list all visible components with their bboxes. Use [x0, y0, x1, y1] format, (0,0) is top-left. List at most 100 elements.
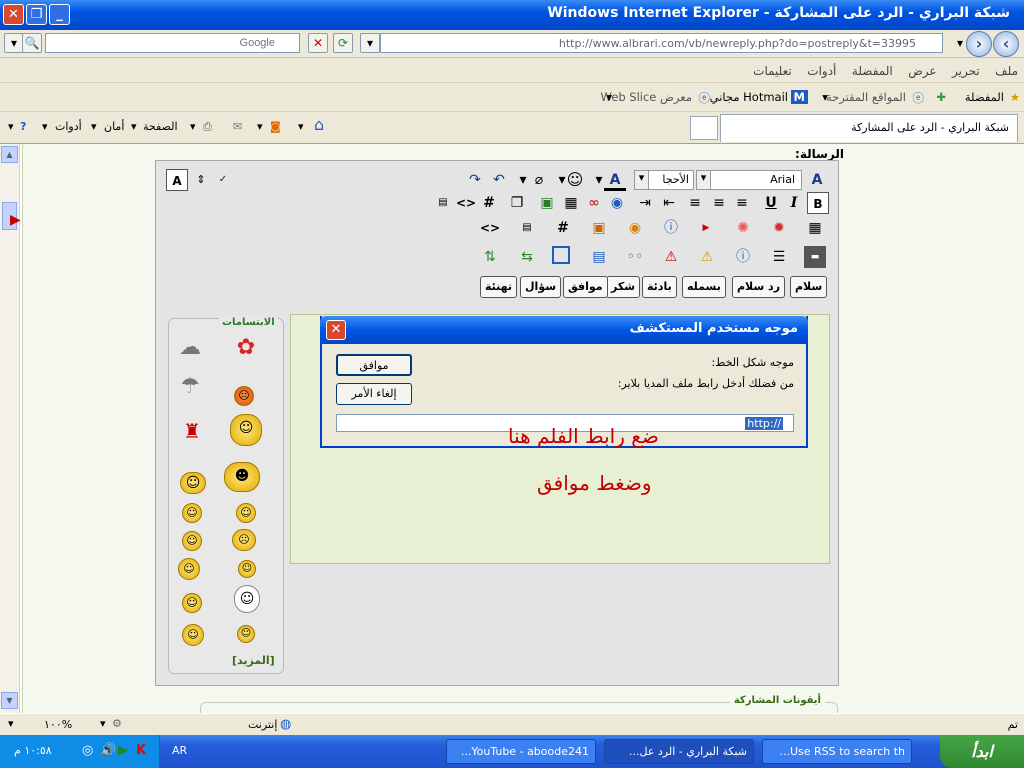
star-icon[interactable]: ★ — [1010, 90, 1020, 104]
nod-smiley-icon[interactable]: ☺ — [237, 625, 255, 643]
warning-yellow-icon[interactable]: ⚠ — [696, 246, 718, 268]
start-button[interactable]: ابدأ — [940, 735, 1024, 768]
chevron-down-icon[interactable]: ▾ — [8, 120, 14, 133]
thinking-smiley-icon[interactable]: ☺ — [180, 472, 206, 494]
align-right-icon[interactable]: ≡ — [684, 192, 706, 214]
html-code-icon[interactable]: <> — [479, 217, 501, 239]
tag-button-reply-salam[interactable]: رد سلام — [732, 276, 786, 298]
outdent-icon[interactable]: ⇤ — [658, 192, 680, 214]
taskbar-item-albrari[interactable]: شبكة البراري - الرد عل... — [604, 739, 754, 764]
mail-icon[interactable]: ✉ — [233, 120, 242, 133]
align-center-icon[interactable]: ≡ — [708, 192, 730, 214]
language-indicator[interactable]: AR — [172, 744, 187, 757]
new-tab-button[interactable] — [690, 116, 718, 140]
film-icon[interactable]: ▤ — [588, 246, 610, 268]
sheikh-smiley-icon[interactable]: ☺ — [234, 585, 260, 613]
stop-icon[interactable]: ✕ — [308, 33, 328, 53]
thumbs-smiley-icon[interactable]: ☺ — [182, 624, 204, 646]
rain-cloud-smiley-icon[interactable]: ☂ — [176, 374, 204, 402]
text-size-icon[interactable]: A — [166, 169, 188, 191]
taskbar-item-rss[interactable]: Use RSS to search th... — [762, 739, 912, 764]
tag-button-intro[interactable]: بادئة — [642, 276, 677, 298]
refresh-icon[interactable]: ⟳ — [333, 33, 353, 53]
remove-format-icon[interactable]: A — [806, 169, 828, 191]
tag-button-question[interactable]: سؤال — [520, 276, 562, 298]
undo-icon[interactable]: ↶ — [488, 169, 510, 191]
info-icon[interactable]: ⓘ — [732, 246, 754, 268]
attachment-icon[interactable]: ⌀ — [528, 169, 550, 191]
maximize-button[interactable]: ❐ — [26, 4, 47, 25]
sparkle-icon[interactable]: ✹ — [768, 217, 790, 239]
page-menu[interactable]: الصفحة — [143, 120, 178, 133]
font-color-icon[interactable]: A — [604, 169, 626, 191]
confused-smiley-icon[interactable]: ☺ — [182, 531, 202, 551]
tools-menu[interactable]: أدوات — [55, 120, 82, 133]
resize-arrows-icon[interactable]: ⇕ — [190, 169, 212, 191]
fireworks-icon[interactable]: ✺ — [732, 217, 754, 239]
protected-mode-icon[interactable]: ⚙ — [112, 717, 122, 730]
bold-icon[interactable]: B — [807, 192, 829, 214]
minimize-button[interactable]: _ — [49, 4, 70, 25]
custom-tag-icon[interactable]: ▬ — [804, 246, 826, 268]
forward-button[interactable]: › — [966, 31, 992, 57]
blush-smiley-icon[interactable]: ☺ — [182, 593, 202, 613]
search-options-dropdown[interactable]: ▾ — [4, 33, 24, 53]
app-tray-icon[interactable]: K — [136, 743, 146, 758]
add-favorite-icon[interactable]: ✚ — [936, 90, 946, 104]
menu-help[interactable]: تعليمات — [747, 59, 798, 78]
play-tray-icon[interactable]: ▶ — [118, 743, 128, 758]
list-icon[interactable]: ☰ — [768, 246, 790, 268]
speaker-icon[interactable]: 🔊 — [100, 743, 116, 758]
menu-favorites[interactable]: المفضلة — [846, 59, 899, 78]
chevron-down-icon[interactable]: ▾ — [131, 120, 137, 133]
php-icon[interactable]: ▤ — [432, 192, 454, 214]
html-code-icon[interactable]: <> — [455, 192, 477, 214]
smile-smiley-icon[interactable]: ☺ — [238, 560, 256, 578]
help-icon[interactable]: ? — [20, 120, 26, 133]
font-size-select[interactable]: الأحجا ▾ — [634, 170, 694, 190]
hiding-smiley-icon[interactable]: ☺ — [230, 414, 262, 446]
surprised-smiley-icon[interactable]: ☺ — [178, 558, 200, 580]
back-button[interactable]: ‹ — [993, 31, 1019, 57]
scroll-down-arrow[interactable]: ▼ — [1, 692, 18, 709]
smiley-icon[interactable]: ☺ — [564, 169, 586, 191]
spellcheck-icon[interactable]: ✓ — [212, 169, 234, 191]
wink-smiley-icon[interactable]: ☺ — [236, 503, 256, 523]
code-hash-icon[interactable]: # — [552, 217, 574, 239]
insert-media-icon[interactable]: ▦ — [560, 192, 582, 214]
chevron-down-icon[interactable]: ▾ — [100, 717, 106, 730]
tag-button-congrats[interactable]: تهنئة — [480, 276, 518, 298]
up-down-arrows-icon[interactable]: ⇅ — [479, 246, 501, 268]
print-icon[interactable]: ⎙ — [203, 120, 212, 134]
left-right-arrows-icon[interactable]: ⇆ — [516, 246, 538, 268]
dialog-close-icon[interactable]: ✕ — [326, 320, 346, 340]
vertical-scrollbar[interactable]: ▲ ▼ — [0, 144, 20, 713]
drink-smiley-icon[interactable]: ♜ — [178, 418, 206, 446]
search-icon[interactable]: 🔍 — [22, 33, 42, 53]
quote-icon[interactable]: ❐ — [506, 192, 528, 214]
favorites-button[interactable]: المفضلة — [965, 90, 1004, 104]
italic-icon[interactable]: I — [783, 192, 805, 214]
webslice-link[interactable]: معرض Web Slice — [601, 90, 692, 104]
insert-image-icon[interactable]: ▣ — [536, 192, 558, 214]
close-window-button[interactable]: ✕ — [3, 4, 24, 25]
php-icon[interactable]: ▤ — [516, 217, 538, 239]
tag-button-thanks[interactable]: شكر — [606, 276, 641, 298]
more-smilies-link[interactable]: [المزيد] — [232, 654, 275, 667]
media-play-icon[interactable]: ◉ — [624, 217, 646, 239]
info-circle-icon[interactable]: ⓘ — [660, 217, 682, 239]
home-icon[interactable]: ⌂ — [314, 115, 324, 134]
chevron-down-icon[interactable]: ▾ — [822, 90, 828, 104]
tag-button-agree[interactable]: موافق — [563, 276, 608, 298]
align-left-icon[interactable]: ≡ — [731, 192, 753, 214]
chevron-down-icon[interactable]: ▾ — [606, 90, 612, 104]
chevron-down-icon[interactable]: ▾ — [298, 120, 304, 133]
rss-icon[interactable]: ◙ — [270, 120, 281, 133]
angry-smiley-icon[interactable]: ☹ — [234, 386, 254, 406]
suggested-sites-link[interactable]: المواقع المقترحة — [826, 90, 906, 104]
table-icon[interactable]: ▦ — [804, 217, 826, 239]
address-dropdown[interactable]: ▾ — [360, 33, 380, 53]
address-field[interactable]: http://www.albrari.com/vb/newreply.php?d… — [380, 33, 943, 53]
redo-icon[interactable]: ↷ — [464, 169, 486, 191]
warning-red-icon[interactable]: ⚠ — [660, 246, 682, 268]
